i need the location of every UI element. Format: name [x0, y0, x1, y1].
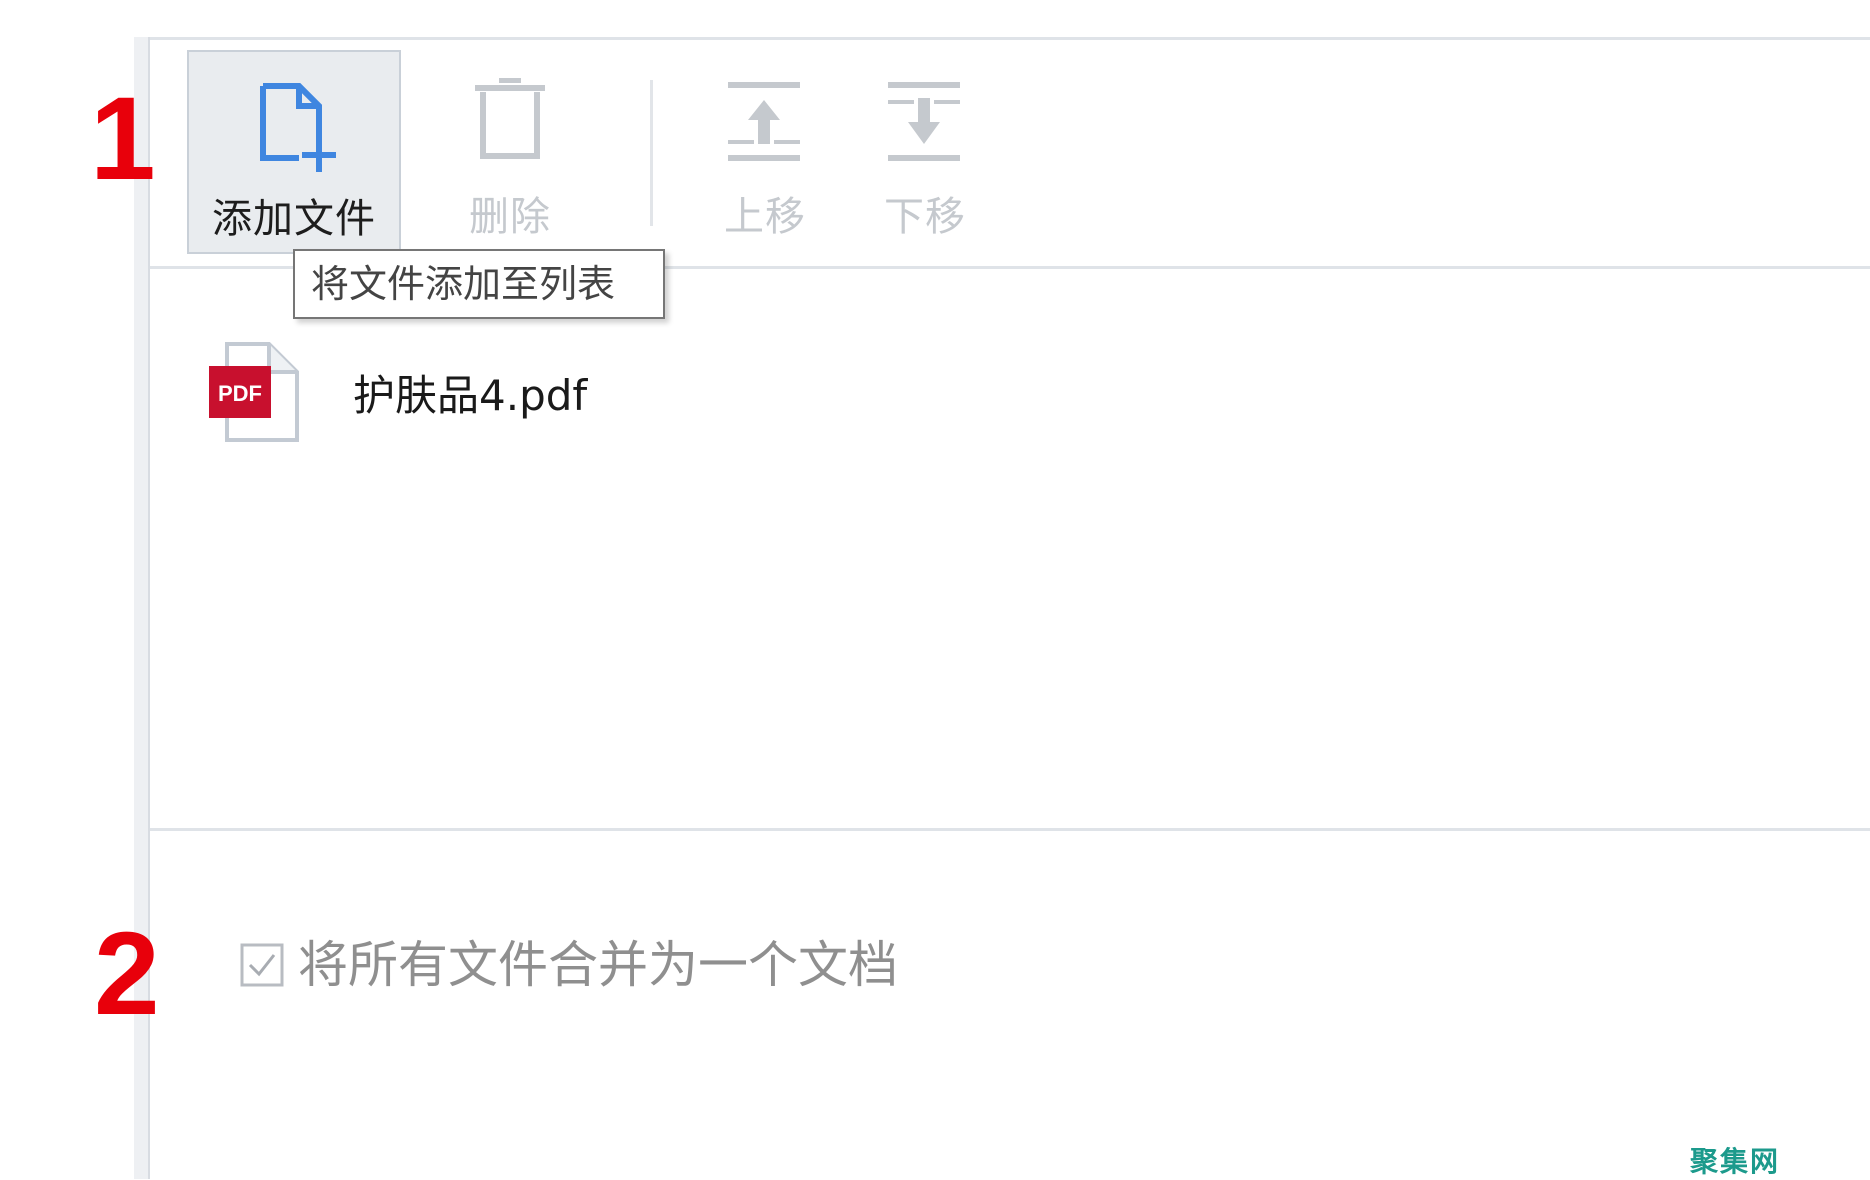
annotation-marker-2: 2 — [94, 908, 160, 1040]
add-file-label: 添加文件 — [212, 196, 376, 242]
file-list-divider — [150, 828, 1870, 831]
add-file-tooltip: 将文件添加至列表 — [293, 249, 665, 319]
add-file-icon — [257, 82, 337, 176]
delete-button[interactable]: 删除 — [445, 50, 575, 254]
file-name: 护肤品4.pdf — [353, 371, 588, 420]
merge-label: 将所有文件合并为一个文档 — [298, 936, 898, 994]
move-up-label: 上移 — [724, 194, 806, 240]
panel-top-border — [134, 37, 1870, 40]
add-file-button[interactable]: 添加文件 — [187, 50, 401, 254]
move-up-icon — [728, 82, 800, 166]
move-up-button[interactable]: 上移 — [700, 50, 830, 254]
move-down-button[interactable]: 下移 — [860, 50, 990, 254]
toolbar-separator — [650, 80, 653, 226]
svg-text:PDF: PDF — [218, 381, 262, 406]
move-down-label: 下移 — [884, 194, 966, 240]
delete-label: 删除 — [469, 194, 551, 240]
watermark: 聚集网 — [1690, 1145, 1781, 1178]
trash-icon — [475, 77, 545, 164]
file-list-item[interactable]: PDF 护肤品4.pdf — [205, 340, 805, 450]
move-down-icon — [888, 82, 960, 166]
annotation-marker-1: 1 — [90, 73, 156, 205]
merge-checkbox[interactable] — [240, 943, 284, 987]
pdf-file-icon: PDF — [205, 340, 301, 448]
